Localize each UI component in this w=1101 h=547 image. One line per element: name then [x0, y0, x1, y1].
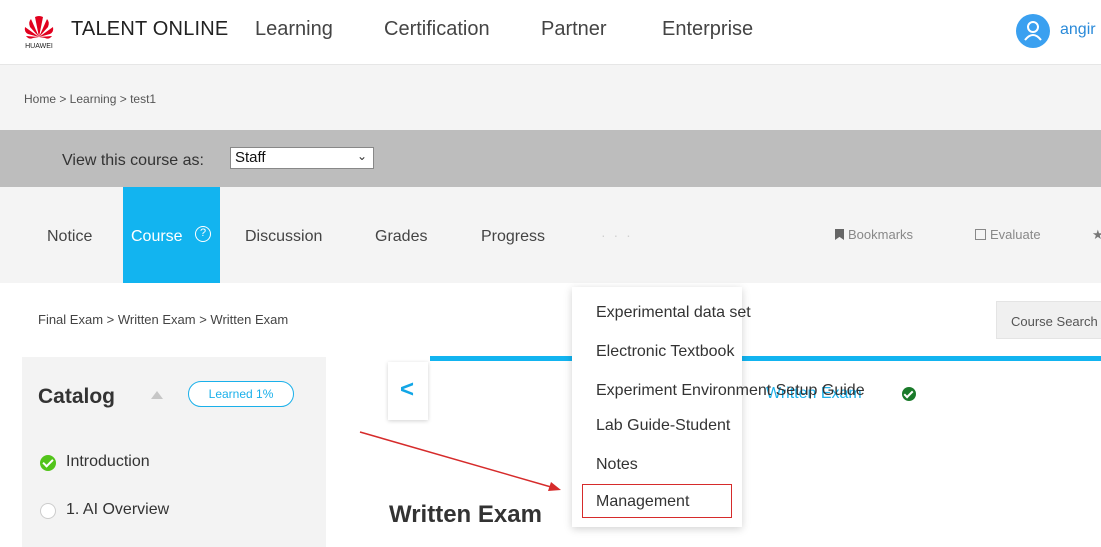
chevron-down-icon: ⌄: [356, 149, 367, 163]
menu-item-electronic-textbook[interactable]: Electronic Textbook: [596, 343, 734, 361]
breadcrumb: Home > Learning > test1: [0, 64, 1101, 130]
course-search-button[interactable]: Course Search: [996, 301, 1101, 339]
bookmarks-label: Bookmarks: [848, 227, 914, 242]
edit-icon: [975, 229, 986, 240]
user-avatar[interactable]: [1016, 14, 1050, 48]
learned-badge: Learned 1%: [188, 381, 294, 407]
chevron-left-icon: <: [400, 376, 415, 403]
star-icon[interactable]: ★: [1092, 227, 1101, 243]
tab-notice[interactable]: Notice: [47, 187, 92, 283]
tab-discussion[interactable]: Discussion: [245, 187, 322, 283]
nav-partner[interactable]: Partner: [541, 18, 607, 41]
top-navbar: HUAWEI TALENT ONLINE Learning Certificat…: [0, 0, 1101, 64]
catalog-item-introduction[interactable]: Introduction: [66, 453, 150, 471]
bookmark-icon: [835, 229, 844, 240]
menu-item-lab-guide-student[interactable]: Lab Guide-Student: [596, 417, 730, 435]
username[interactable]: angir: [1060, 21, 1096, 39]
menu-item-environment-setup-guide[interactable]: Experiment Environment Setup Guide: [596, 382, 865, 400]
completed-check-icon: [40, 455, 56, 471]
catalog-panel: Catalog Learned 1% Introduction 1. AI Ov…: [22, 357, 326, 547]
logo-text: HUAWEI: [25, 43, 53, 50]
tab-course-label: Course: [131, 228, 183, 245]
annotation-highlight-box: [582, 484, 732, 518]
evaluate-label: Evaluate: [990, 227, 1041, 242]
nav-enterprise[interactable]: Enterprise: [662, 18, 753, 41]
progress-line: [430, 356, 1101, 361]
evaluate-button[interactable]: Evaluate: [975, 227, 1041, 242]
catalog-item-ai-overview[interactable]: 1. AI Overview: [66, 501, 169, 519]
incomplete-circle-icon: [40, 503, 56, 519]
unit-complete-check-icon: [902, 387, 916, 401]
more-menu-dropdown: Experimental data set Electronic Textboo…: [572, 287, 865, 527]
nav-learning[interactable]: Learning: [255, 18, 333, 41]
view-as-select[interactable]: Staff ⌄: [230, 147, 374, 169]
previous-button[interactable]: <: [388, 362, 428, 420]
huawei-logo[interactable]: HUAWEI: [20, 13, 58, 51]
brand-name[interactable]: TALENT ONLINE: [71, 18, 228, 41]
help-icon: ?: [195, 226, 211, 242]
breadcrumb-text[interactable]: Home > Learning > test1: [24, 92, 156, 106]
course-tabs: Notice Course ? Discussion Grades Progre…: [0, 187, 1101, 283]
unit-title: Written Exam: [389, 501, 542, 528]
tab-course[interactable]: Course ?: [123, 187, 220, 283]
menu-item-notes[interactable]: Notes: [596, 456, 638, 474]
user-icon: [1024, 21, 1042, 41]
view-as-label: View this course as:: [62, 152, 204, 169]
bookmarks-button[interactable]: Bookmarks: [835, 227, 913, 242]
menu-item-experimental-data-set[interactable]: Experimental data set: [596, 304, 751, 322]
tab-grades[interactable]: Grades: [375, 187, 427, 283]
nav-certification[interactable]: Certification: [384, 18, 490, 41]
view-as-value: Staff: [235, 149, 266, 166]
unit-path: Final Exam > Written Exam > Written Exam: [38, 312, 289, 327]
tab-progress[interactable]: Progress: [481, 187, 545, 283]
view-as-bar: View this course as: Staff ⌄: [0, 130, 1101, 187]
catalog-title: Catalog: [38, 385, 116, 408]
more-tabs-button[interactable]: · · ·: [601, 227, 633, 243]
collapse-icon[interactable]: [151, 391, 163, 399]
